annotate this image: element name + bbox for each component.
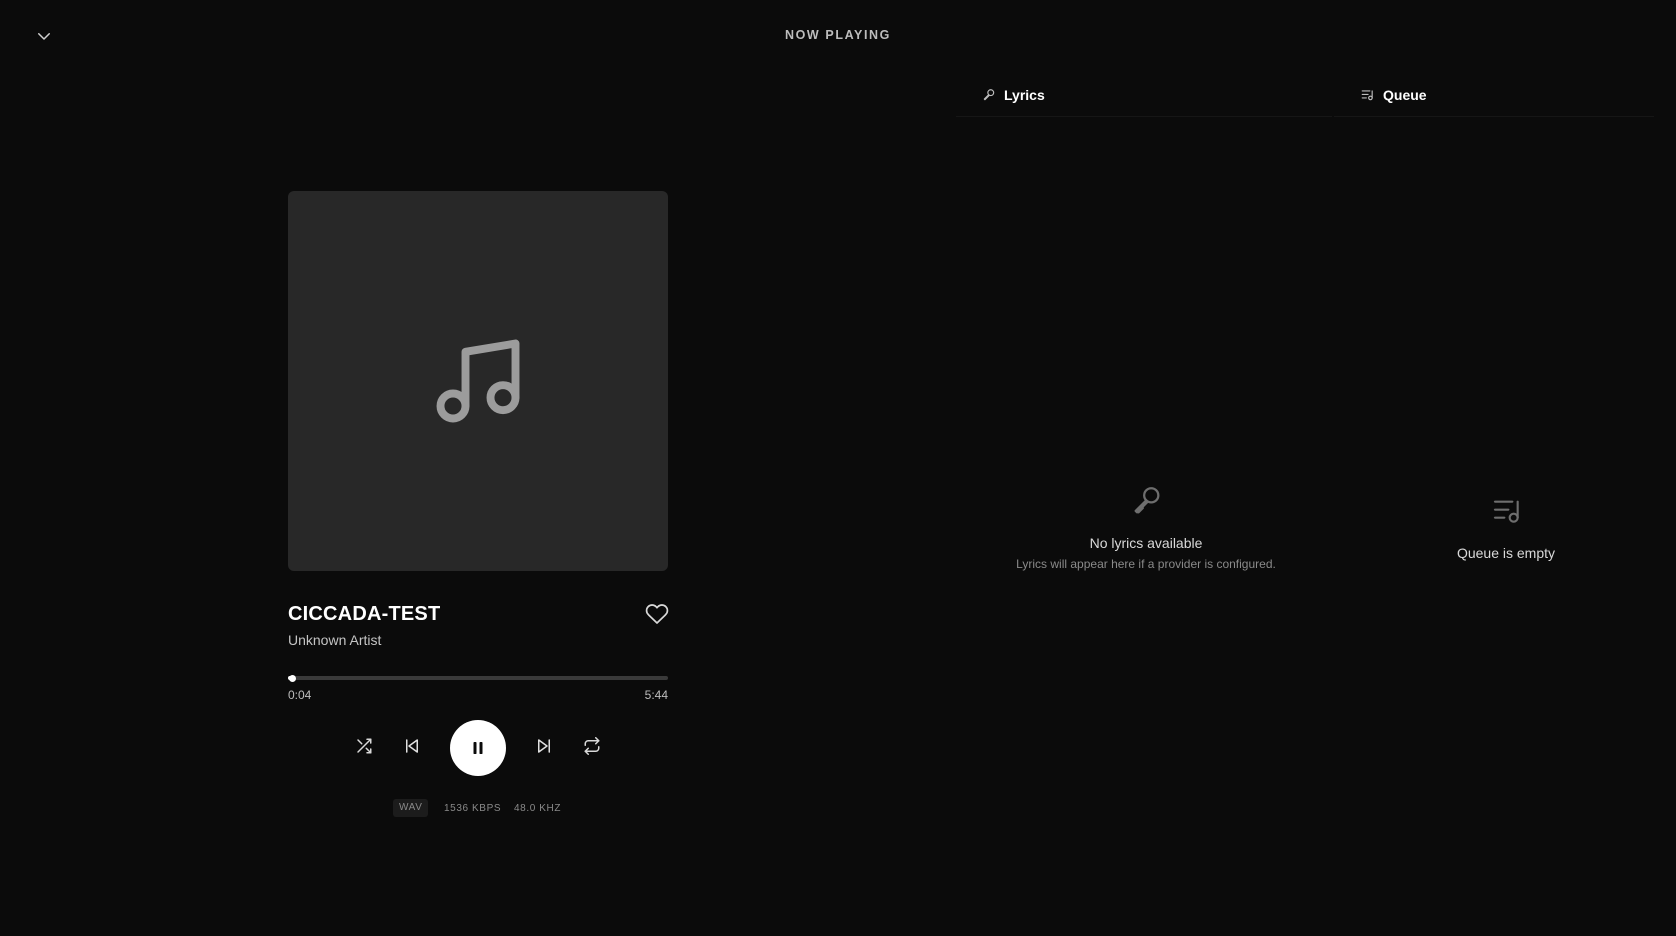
next-button[interactable] bbox=[532, 734, 556, 758]
tab-lyrics[interactable]: Lyrics bbox=[982, 84, 1045, 106]
total-duration: 5:44 bbox=[644, 688, 668, 702]
page-title: NOW PLAYING bbox=[784, 28, 892, 42]
queue-icon bbox=[1361, 90, 1373, 101]
favorite-button[interactable] bbox=[644, 601, 670, 627]
format-badge: WAV bbox=[393, 799, 429, 817]
elapsed-time: 0:04 bbox=[288, 688, 312, 702]
track-artist[interactable]: Unknown Artist bbox=[288, 632, 381, 648]
tab-queue-label: Queue bbox=[1383, 87, 1427, 103]
tab-divider bbox=[1334, 116, 1654, 117]
track-title: CICCADA-TEST bbox=[288, 603, 441, 625]
repeat-icon bbox=[584, 737, 600, 755]
sample-rate-label: 48.0 KHZ bbox=[514, 803, 562, 814]
shuffle-icon bbox=[357, 738, 372, 754]
pause-button[interactable] bbox=[450, 720, 506, 776]
tab-divider bbox=[956, 116, 1332, 117]
lyrics-empty-subtitle: Lyrics will appear here if a provider is… bbox=[1016, 557, 1276, 571]
shuffle-button[interactable] bbox=[352, 734, 376, 758]
microphone-icon bbox=[1130, 482, 1164, 520]
bitrate-label: 1536 KBPS bbox=[444, 803, 502, 814]
queue-empty-title: Queue is empty bbox=[1456, 545, 1556, 561]
previous-button[interactable] bbox=[400, 734, 424, 758]
tab-queue[interactable]: Queue bbox=[1360, 84, 1427, 106]
album-artwork bbox=[288, 191, 668, 571]
progress-bar[interactable] bbox=[288, 674, 668, 682]
skip-previous-icon bbox=[406, 739, 418, 753]
skip-next-icon bbox=[538, 739, 550, 753]
lyrics-empty-title: No lyrics available bbox=[1089, 535, 1203, 551]
pause-icon bbox=[473, 742, 483, 754]
heart-outline-icon bbox=[645, 604, 669, 624]
tab-lyrics-label: Lyrics bbox=[1004, 87, 1045, 103]
music-note-icon bbox=[436, 339, 520, 423]
queue-icon bbox=[1488, 495, 1526, 527]
repeat-button[interactable] bbox=[580, 734, 604, 758]
progress-handle[interactable] bbox=[289, 674, 297, 682]
microphone-icon bbox=[983, 89, 995, 101]
